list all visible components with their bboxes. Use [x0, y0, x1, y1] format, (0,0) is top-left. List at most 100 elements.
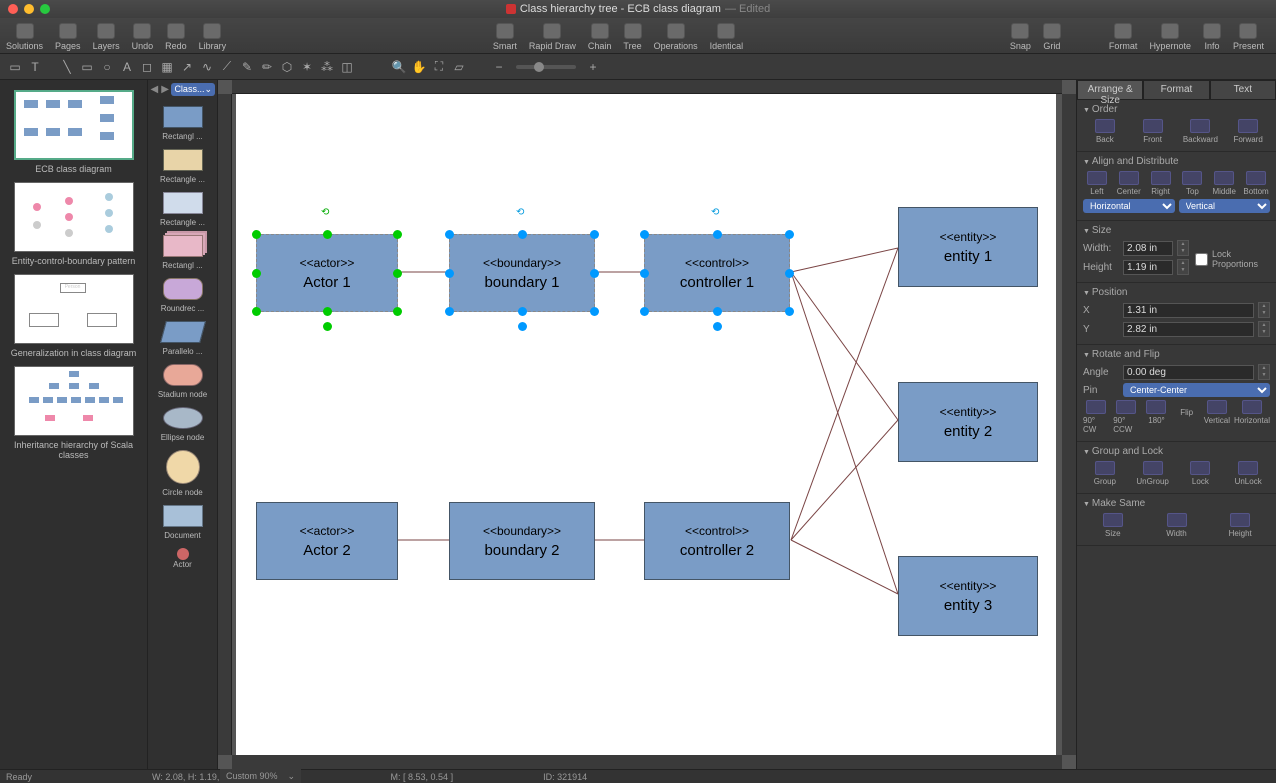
insp-width-button[interactable]: Width: [1147, 513, 1207, 538]
insp-back-button[interactable]: Back: [1083, 119, 1127, 144]
scrollbar-vertical[interactable]: [1062, 94, 1076, 755]
zoom-slider[interactable]: [516, 65, 576, 69]
select-tool-icon[interactable]: ▭: [6, 58, 24, 76]
shapes-library-dropdown[interactable]: Class...⌄: [171, 83, 215, 96]
angle-input[interactable]: [1123, 365, 1254, 380]
insp-group-button[interactable]: Group: [1083, 461, 1127, 486]
shape-ellipse-node[interactable]: Ellipse node: [148, 403, 217, 446]
toolbar-identical-button[interactable]: Identical: [704, 21, 750, 51]
toolbar-operations-button[interactable]: Operations: [648, 21, 704, 51]
page-thumb-2[interactable]: [14, 182, 134, 252]
section-group-title[interactable]: Group and Lock: [1083, 446, 1270, 457]
distribute-vertical-select[interactable]: Vertical: [1179, 199, 1271, 213]
text-tool-icon[interactable]: T: [26, 58, 44, 76]
section-align-title[interactable]: Align and Distribute: [1083, 156, 1270, 167]
node-boundary1[interactable]: ⟲ <<boundary>> boundary 1: [449, 234, 595, 312]
toolbar-undo-button[interactable]: Undo: [126, 21, 160, 51]
section-rotate-title[interactable]: Rotate and Flip: [1083, 349, 1270, 360]
insp-backward-button[interactable]: Backward: [1179, 119, 1223, 144]
toolbar-info-button[interactable]: Info: [1197, 21, 1227, 51]
shape-rectangl-[interactable]: Rectangl ...: [148, 102, 217, 145]
insp-top-button[interactable]: Top: [1178, 171, 1206, 196]
lock-proportions-checkbox[interactable]: [1195, 253, 1208, 266]
distribute-horizontal-select[interactable]: Horizontal: [1083, 199, 1175, 213]
height-input[interactable]: [1123, 260, 1173, 275]
tab-arrange[interactable]: Arrange & Size: [1077, 80, 1143, 100]
section-makesame-title[interactable]: Make Same: [1083, 498, 1270, 509]
insp-ungroup-button[interactable]: UnGroup: [1131, 461, 1175, 486]
canvas-page[interactable]: ⟲ <<actor>> Actor 1 ⟲ <<boundary>> bound…: [236, 94, 1056, 755]
image-tool-icon[interactable]: ▦: [158, 58, 176, 76]
textbox-tool-icon[interactable]: A: [118, 58, 136, 76]
rect-tool-icon[interactable]: ▭: [78, 58, 96, 76]
shape-stadium-node[interactable]: Stadium node: [148, 360, 217, 403]
page-thumb-4[interactable]: [14, 366, 134, 436]
insp-rot-90CW-button[interactable]: 90° CW: [1083, 400, 1109, 434]
zoom-tool-icon[interactable]: 🔍: [390, 58, 408, 76]
toolbar-solutions-button[interactable]: Solutions: [0, 21, 49, 51]
insp-middle-button[interactable]: Middle: [1210, 171, 1238, 196]
shape-roundrec-[interactable]: Roundrec ...: [148, 274, 217, 317]
insp-rot-180-button[interactable]: 180°: [1143, 400, 1169, 434]
zoom-out-icon[interactable]: −: [490, 58, 508, 76]
page-thumb-1[interactable]: [14, 90, 134, 160]
toolbar-smart-button[interactable]: Smart: [487, 21, 523, 51]
callout-tool-icon[interactable]: ◻: [138, 58, 156, 76]
node-entity2[interactable]: <<entity>> entity 2: [898, 382, 1038, 462]
node-actor2[interactable]: <<actor>> Actor 2: [256, 502, 398, 580]
width-stepper[interactable]: ▲▼: [1177, 240, 1189, 256]
shape-actor[interactable]: Actor: [148, 544, 217, 573]
toolbar-format-button[interactable]: Format: [1103, 21, 1144, 51]
tab-text[interactable]: Text: [1210, 80, 1276, 100]
toolbar-pages-button[interactable]: Pages: [49, 21, 87, 51]
fit-tool-icon[interactable]: ⛶: [430, 58, 448, 76]
toolbar-grid-button[interactable]: Grid: [1037, 21, 1067, 51]
pan-tool-icon[interactable]: ✋: [410, 58, 428, 76]
insp-left-button[interactable]: Left: [1083, 171, 1111, 196]
y-input[interactable]: [1123, 322, 1254, 337]
insp-rot-90CCW-button[interactable]: 90° CCW: [1113, 400, 1139, 434]
x-stepper[interactable]: ▲▼: [1258, 302, 1270, 318]
tab-format[interactable]: Format: [1143, 80, 1209, 100]
shape-parallelo-[interactable]: Parallelo ...: [148, 317, 217, 360]
insp-front-button[interactable]: Front: [1131, 119, 1175, 144]
shapes-fwd-icon[interactable]: ▶: [161, 83, 170, 95]
poly-tool-icon[interactable]: ⬡: [278, 58, 296, 76]
node-control2[interactable]: <<control>> controller 2: [644, 502, 790, 580]
section-size-title[interactable]: Size: [1083, 225, 1270, 236]
rotate-handle-icon[interactable]: ⟲: [711, 207, 723, 219]
pin-select[interactable]: Center-Center: [1123, 383, 1270, 397]
toolbar-tree-button[interactable]: Tree: [617, 21, 647, 51]
node-entity1[interactable]: <<entity>> entity 1: [898, 207, 1038, 287]
toolbar-rapid-draw-button[interactable]: Rapid Draw: [523, 21, 582, 51]
section-position-title[interactable]: Position: [1083, 287, 1270, 298]
node-actor1[interactable]: ⟲ <<actor>> Actor 1: [256, 234, 398, 312]
erase-tool-icon[interactable]: ◫: [338, 58, 356, 76]
insp-center-button[interactable]: Center: [1115, 171, 1143, 196]
toolbar-layers-button[interactable]: Layers: [87, 21, 126, 51]
node-boundary2[interactable]: <<boundary>> boundary 2: [449, 502, 595, 580]
insp-flip-vertical-button[interactable]: Vertical: [1204, 400, 1230, 434]
insp-lock-button[interactable]: Lock: [1179, 461, 1223, 486]
insp-right-button[interactable]: Right: [1147, 171, 1175, 196]
pencil-tool-icon[interactable]: ✏: [258, 58, 276, 76]
shapes-back-icon[interactable]: ◀: [150, 83, 159, 95]
section-order-title[interactable]: Order: [1083, 104, 1270, 115]
insp-unlock-button[interactable]: UnLock: [1226, 461, 1270, 486]
node-entity3[interactable]: <<entity>> entity 3: [898, 556, 1038, 636]
page-thumb-3[interactable]: Person: [14, 274, 134, 344]
y-stepper[interactable]: ▲▼: [1258, 321, 1270, 337]
shape-circle-node[interactable]: Circle node: [148, 446, 217, 501]
rotate-handle-icon[interactable]: ⟲: [516, 207, 528, 219]
insp-bottom-button[interactable]: Bottom: [1242, 171, 1270, 196]
width-input[interactable]: [1123, 241, 1173, 256]
arrow-tool-icon[interactable]: ↗: [178, 58, 196, 76]
curve-tool-icon[interactable]: ∿: [198, 58, 216, 76]
x-input[interactable]: [1123, 303, 1254, 318]
spray-tool-icon[interactable]: ⁂: [318, 58, 336, 76]
scrollbar-horizontal[interactable]: [232, 755, 1062, 769]
insp-height-button[interactable]: Height: [1210, 513, 1270, 538]
shape-rectangle-[interactable]: Rectangle ...: [148, 188, 217, 231]
ellipse-tool-icon[interactable]: ○: [98, 58, 116, 76]
pen-tool-icon[interactable]: ✎: [238, 58, 256, 76]
